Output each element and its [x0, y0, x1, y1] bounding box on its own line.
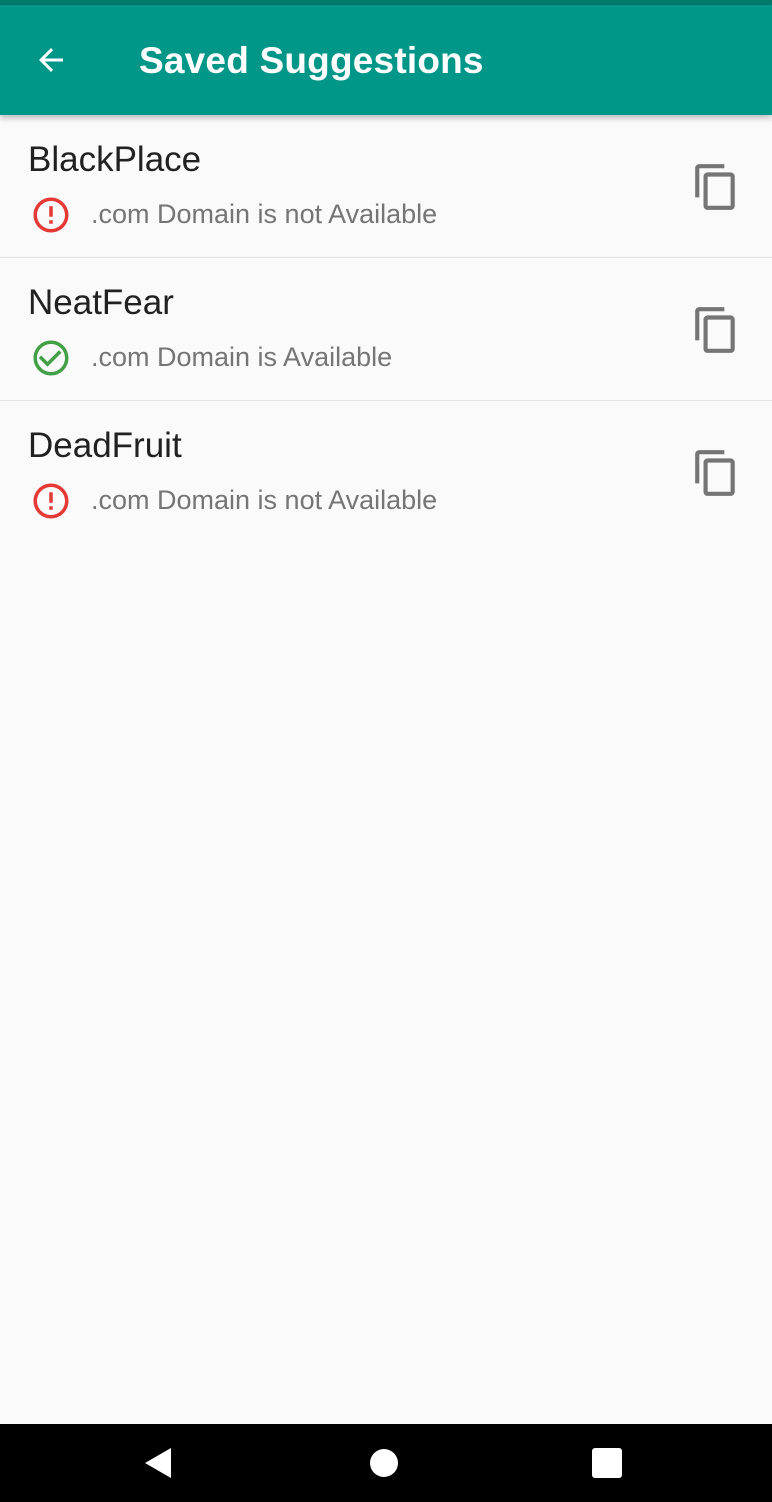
nav-recents-button[interactable] [567, 1424, 647, 1502]
error-circle-icon [33, 197, 69, 233]
list-item: BlackPlace .com Domain is not Available [0, 115, 772, 258]
suggestion-name: DeadFruit [28, 426, 182, 465]
copy-icon [695, 307, 735, 353]
suggestion-name: BlackPlace [28, 140, 202, 179]
suggestion-name: NeatFear [28, 283, 174, 322]
domain-status-text: .com Domain is not Available [91, 485, 438, 515]
copy-button[interactable] [688, 302, 744, 358]
back-button[interactable] [22, 31, 80, 89]
list-item: DeadFruit .com Domain is not Available [0, 401, 772, 543]
arrow-left-icon [39, 48, 63, 72]
system-navigation-bar [0, 1424, 772, 1502]
copy-button[interactable] [688, 159, 744, 215]
nav-back-triangle-icon [145, 1448, 171, 1478]
page-title: Saved Suggestions [139, 40, 484, 81]
nav-back-button[interactable] [118, 1424, 198, 1502]
copy-button[interactable] [688, 445, 744, 501]
nav-home-circle-icon [370, 1449, 398, 1477]
app-bar: Saved Suggestions [0, 5, 772, 115]
domain-status-text: .com Domain is not Available [91, 199, 438, 229]
saved-suggestions-list: BlackPlace .com Domain is not Available … [0, 115, 772, 543]
copy-icon [695, 164, 735, 210]
nav-recents-square-icon [592, 1448, 622, 1478]
domain-status-text: .com Domain is Available [91, 342, 393, 372]
nav-home-button[interactable] [344, 1424, 424, 1502]
copy-icon [695, 450, 735, 496]
error-circle-icon [33, 483, 69, 519]
check-circle-icon [33, 340, 69, 376]
list-item: NeatFear .com Domain is Available [0, 258, 772, 401]
